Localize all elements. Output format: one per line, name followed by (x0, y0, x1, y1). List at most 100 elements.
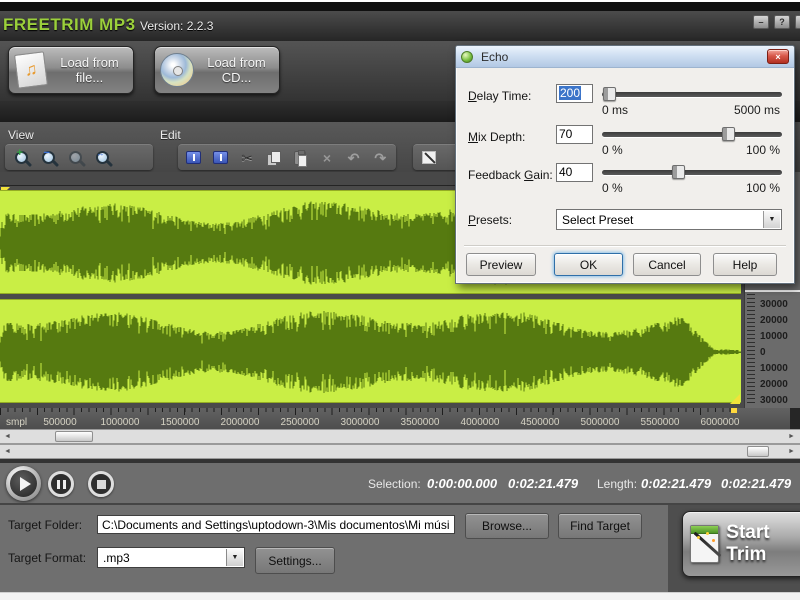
delay-time-input[interactable]: 200 (556, 84, 593, 103)
delete-button[interactable]: × (315, 147, 339, 169)
help-titlebar-button[interactable]: ? (774, 15, 790, 29)
presets-select[interactable]: Select Preset ▼ (556, 209, 782, 230)
mix-depth-slider[interactable] (602, 132, 782, 137)
scrollbar-thumb[interactable] (55, 431, 93, 442)
app-logo: FREETRIM MP3 (3, 15, 136, 35)
scissors-icon: ✂ (241, 151, 253, 165)
copy-button[interactable] (262, 147, 286, 169)
h-scrollbar-top[interactable]: ◄ ► (0, 429, 800, 444)
amplitude-scale-label: 20000 (760, 379, 788, 390)
dialog-titlebar[interactable]: Echo × (456, 46, 794, 68)
mix-depth-label: Mix Depth: (468, 130, 525, 144)
trim-wand-icon (690, 525, 719, 563)
delay-time-slider[interactable] (602, 92, 782, 97)
target-folder-input[interactable] (97, 515, 455, 534)
cut-button[interactable]: ✂ (235, 147, 259, 169)
scroll-right-icon[interactable]: ► (786, 431, 797, 442)
find-target-button[interactable]: Find Target (558, 513, 642, 539)
paste-button[interactable] (289, 147, 313, 169)
scroll-left-icon[interactable]: ◄ (2, 431, 13, 442)
music-note-icon: ♫ (14, 51, 48, 88)
mix-depth-input[interactable]: 70 (556, 125, 593, 144)
cd-icon (160, 53, 194, 87)
scrollbar-thumb[interactable] (747, 446, 769, 457)
zoom-selection-button[interactable] (63, 147, 87, 169)
feedback-gain-input[interactable]: 40 (556, 163, 593, 182)
target-format-select[interactable]: .mp3 ▼ (97, 547, 245, 568)
dialog-title: Echo (481, 50, 508, 64)
status-strip (0, 592, 800, 600)
app-window: FREETRIM MP3 Version: 2.2.3 – ? × ♫ Load… (0, 0, 800, 600)
stop-button[interactable] (88, 471, 114, 497)
feedback-gain-label: Feedback Gain: (468, 168, 553, 182)
ruler-label: 500000 (43, 417, 76, 428)
load-from-file-label: Load fromfile... (46, 55, 133, 85)
load-from-cd-button[interactable]: Load fromCD... (154, 46, 280, 94)
presets-value: Select Preset (562, 213, 633, 227)
zoom-out-icon: − (42, 151, 55, 164)
redo-button[interactable]: ↷ (368, 147, 392, 169)
dialog-divider (464, 245, 786, 247)
scroll-right-icon[interactable]: ► (786, 446, 797, 457)
channel-scale-separator (745, 290, 800, 292)
h-scrollbar-bottom[interactable]: ◄ ► (0, 444, 800, 459)
view-section-label: View (8, 128, 34, 142)
cancel-button[interactable]: Cancel (633, 253, 701, 276)
selection-start-icon (186, 151, 201, 164)
ruler-label: 6000000 (701, 417, 740, 428)
load-from-cd-label: Load fromCD... (194, 55, 279, 85)
undo-button[interactable]: ↶ (342, 147, 366, 169)
ruler-label: 3500000 (401, 417, 440, 428)
stop-icon (97, 480, 106, 489)
ok-button[interactable]: OK (554, 253, 623, 276)
load-from-file-button[interactable]: ♫ Load fromfile... (8, 46, 134, 94)
help-button[interactable]: Help (713, 253, 777, 276)
amplitude-scale-ticks (747, 294, 755, 406)
redo-icon: ↷ (374, 151, 386, 165)
edit-toolbar-group: ✂ × ↶ ↷ (178, 144, 396, 170)
waveform-right-channel[interactable] (0, 299, 741, 403)
ruler-label: 5000000 (581, 417, 620, 428)
chevron-down-icon: ▼ (226, 549, 243, 566)
start-trim-button[interactable]: Start Trim (682, 511, 800, 577)
edit-tool-button[interactable] (417, 147, 441, 169)
target-format-label: Target Format: (8, 551, 86, 565)
waveform-svg-right (0, 304, 741, 400)
zoom-out-button[interactable]: − (36, 147, 60, 169)
select-end-button[interactable] (209, 147, 233, 169)
feedback-slider-thumb[interactable] (672, 165, 685, 179)
minimize-button[interactable]: – (753, 15, 769, 29)
delay-time-label: Delay Time: (468, 89, 531, 103)
pencil-box-icon (422, 151, 436, 164)
close-icon: × (775, 52, 780, 62)
target-folder-label: Target Folder: (8, 518, 82, 532)
edit-section-label: Edit (160, 128, 181, 142)
delay-slider-thumb[interactable] (603, 87, 616, 101)
dialog-close-button[interactable]: × (767, 49, 789, 64)
undo-icon: ↶ (348, 151, 360, 165)
play-icon (20, 477, 31, 491)
settings-button[interactable]: Settings... (255, 547, 335, 574)
ruler-label: 2000000 (221, 417, 260, 428)
browse-button[interactable]: Browse... (465, 513, 549, 539)
ruler-label: 2500000 (281, 417, 320, 428)
ruler-major-ticks (0, 408, 737, 415)
mix-slider-thumb[interactable] (722, 127, 735, 141)
selection-end-time: 0:02:21.479 (508, 476, 578, 491)
preview-button[interactable]: Preview (466, 253, 536, 276)
extra-toolbar-group (413, 144, 459, 170)
zoom-fit-button[interactable]: ↔ (90, 147, 114, 169)
length-time: 0:02:21.479 (641, 476, 711, 491)
play-button[interactable] (6, 466, 41, 501)
selection-end-marker[interactable] (730, 394, 740, 404)
scroll-left-icon[interactable]: ◄ (2, 446, 13, 457)
track-end-marker (731, 408, 737, 413)
copy-icon (267, 151, 281, 165)
pause-button[interactable] (48, 471, 74, 497)
ruler-label: 4000000 (461, 417, 500, 428)
select-start-button[interactable] (182, 147, 206, 169)
amplitude-scale-label: 10000 (760, 331, 788, 342)
close-button[interactable]: × (795, 15, 800, 29)
zoom-in-button[interactable]: + (9, 147, 33, 169)
feedback-gain-slider[interactable] (602, 170, 782, 175)
